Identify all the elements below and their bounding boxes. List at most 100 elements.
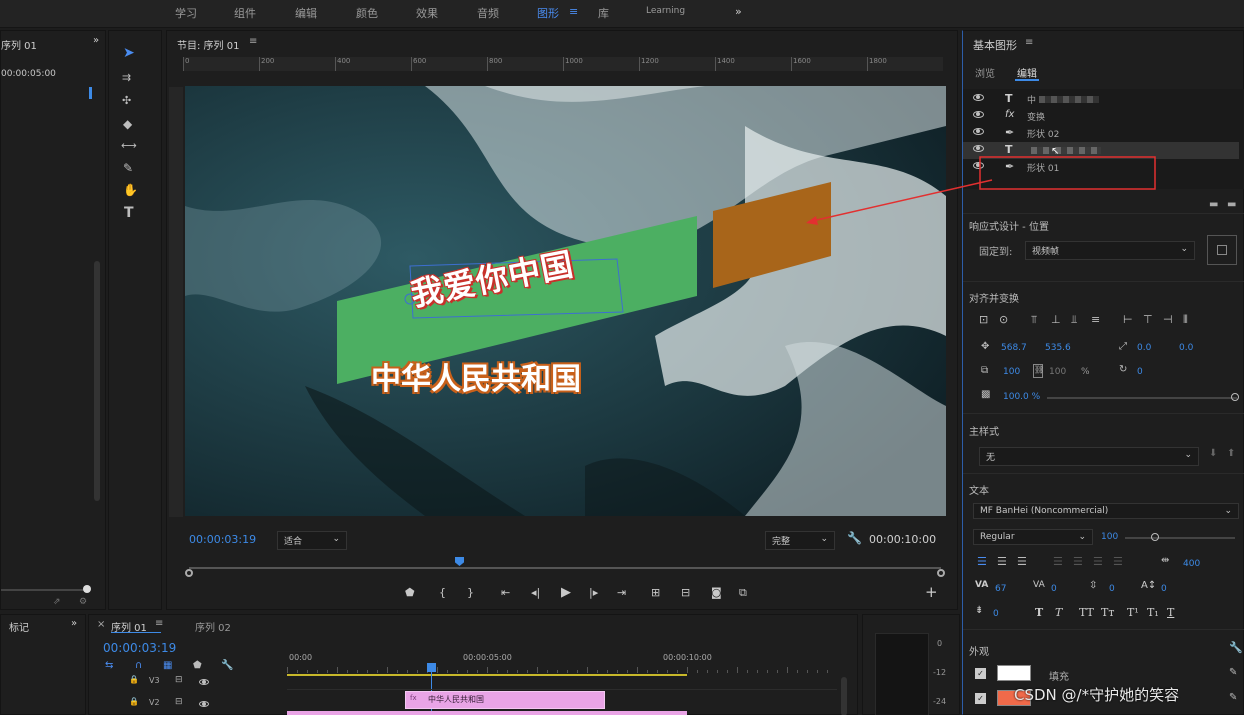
video-frame[interactable]: 我爱你中国 中华人民共和国 xyxy=(185,86,946,516)
layer-row[interactable]: ✒ 形状 02 xyxy=(963,125,1239,142)
align-right-icon[interactable]: ⊣ xyxy=(1163,313,1173,326)
rotation-value[interactable]: 0 xyxy=(1137,367,1143,377)
razor-tool-icon[interactable]: ◆ xyxy=(123,117,132,131)
add-marker-icon[interactable]: ⬟ xyxy=(193,660,202,671)
justify-left-icon[interactable]: ☰ xyxy=(1053,555,1063,568)
panel-menu-icon[interactable]: ≡ xyxy=(155,618,163,629)
camera-icon[interactable]: ◙ xyxy=(711,586,722,599)
workspace-tab-learning[interactable]: Learning xyxy=(646,6,685,16)
align-bottom-icon[interactable]: ⫫ xyxy=(1071,313,1077,327)
anchor-y[interactable]: 0.0 xyxy=(1179,343,1193,353)
superscript-icon[interactable]: T¹ xyxy=(1127,606,1139,619)
eye-icon[interactable] xyxy=(973,128,984,135)
step-forward-icon[interactable]: |▸ xyxy=(589,586,598,599)
pin-center[interactable] xyxy=(1217,245,1227,255)
anchor-x[interactable]: 0.0 xyxy=(1137,343,1151,353)
zoom-slider-knob[interactable] xyxy=(83,585,91,593)
add-button-icon[interactable]: + xyxy=(925,583,938,601)
scrub-start-knob[interactable] xyxy=(185,569,193,577)
new-layer-icon[interactable]: ▬ xyxy=(1227,199,1236,210)
extract-icon[interactable]: ⊟ xyxy=(681,586,690,599)
folder-icon[interactable]: ▬ xyxy=(1209,199,1218,210)
eye-icon[interactable] xyxy=(973,94,984,101)
marker-tool-icon[interactable]: ▦ xyxy=(163,660,172,671)
workspace-tab-color[interactable]: 颜色 xyxy=(356,5,378,21)
workspace-tab-libraries[interactable]: 库 xyxy=(598,5,609,21)
timeline-timecode[interactable]: 00:00:03:19 xyxy=(103,641,176,655)
scrub-bar[interactable] xyxy=(189,567,941,569)
align-frame-icon[interactable]: ⊡ xyxy=(979,313,988,326)
align-left-icon[interactable]: ⊢ xyxy=(1123,313,1133,326)
slip-tool-icon[interactable]: ⟷ xyxy=(121,139,137,152)
opacity-slider[interactable] xyxy=(1047,397,1237,399)
panel-overflow-icon[interactable]: » xyxy=(71,618,77,629)
workspace-overflow-icon[interactable]: » xyxy=(735,5,742,18)
justify-all-icon[interactable]: ☰ xyxy=(1113,555,1123,568)
tab-edit[interactable]: 编辑 xyxy=(1017,65,1037,80)
tracking-value[interactable]: 400 xyxy=(1183,559,1200,569)
workspace-tab-learn[interactable]: 学习 xyxy=(175,5,197,21)
eye-icon[interactable] xyxy=(973,162,984,169)
font-style-dropdown[interactable]: Regular ⌄ xyxy=(973,529,1093,545)
distribute-v-icon[interactable]: ≡ xyxy=(1091,313,1100,326)
go-to-out-icon[interactable]: ⇥ xyxy=(617,586,626,599)
master-style-dropdown[interactable]: 无 ⌄ xyxy=(979,447,1199,466)
small-caps-icon[interactable]: Tт xyxy=(1101,606,1114,619)
zoom-slider[interactable] xyxy=(1,589,89,591)
faux-italic-icon[interactable]: T xyxy=(1055,606,1062,619)
layer-row[interactable]: ✒ 形状 01 xyxy=(963,159,1239,176)
font-size-slider-knob[interactable] xyxy=(1151,533,1159,541)
stroke-checkbox[interactable]: ✓ xyxy=(975,693,986,704)
eyedropper-icon[interactable]: ✎ xyxy=(1229,667,1237,678)
wrench-icon[interactable]: 🔧 xyxy=(847,531,862,545)
all-caps-icon[interactable]: TT xyxy=(1079,606,1094,619)
timeline-scrollbar[interactable] xyxy=(841,677,847,715)
align-selection-icon[interactable]: ⊙ xyxy=(999,313,1008,326)
scrollbar[interactable] xyxy=(94,261,100,501)
panel-menu-icon[interactable]: ≡ xyxy=(249,36,257,47)
linked-selection-icon[interactable]: ∩ xyxy=(135,660,142,671)
layer-row[interactable]: T 中 xyxy=(963,91,1239,108)
eye-icon[interactable] xyxy=(199,701,209,707)
panel-menu-icon[interactable]: ≡ xyxy=(1025,37,1033,48)
current-timecode[interactable]: 00:00:03:19 xyxy=(189,533,256,546)
play-icon[interactable]: ▶ xyxy=(561,585,571,600)
kerning-value[interactable]: 67 xyxy=(995,584,1006,594)
position-y[interactable]: 535.6 xyxy=(1045,343,1071,353)
selection-tool-icon[interactable]: ➤ xyxy=(123,45,135,61)
align-text-center-icon[interactable]: ☰ xyxy=(997,555,1007,568)
pin-widget[interactable] xyxy=(1207,235,1237,265)
eye-icon[interactable] xyxy=(973,111,984,118)
compare-icon[interactable]: ⧉ xyxy=(739,586,747,600)
align-text-right-icon[interactable]: ☰ xyxy=(1017,555,1027,568)
justify-right-icon[interactable]: ☰ xyxy=(1093,555,1103,568)
export-icon[interactable]: ⇗ xyxy=(53,597,61,607)
link-scale-icon[interactable]: ⛓ xyxy=(1033,364,1044,378)
track-select-tool-icon[interactable]: ⇉ xyxy=(122,71,131,84)
font-dropdown[interactable]: MF BanHei (Noncommercial) ⌄ xyxy=(973,503,1239,519)
playhead[interactable] xyxy=(455,557,464,566)
quality-dropdown[interactable]: 完整 ⌄ xyxy=(765,531,835,550)
graphic-clip-lower[interactable] xyxy=(287,711,687,715)
workspace-tab-assembly[interactable]: 组件 xyxy=(234,5,256,21)
distribute-h-icon[interactable]: ⦀ xyxy=(1183,313,1188,327)
leading-value[interactable]: 0 xyxy=(1109,584,1115,594)
eyedropper-icon[interactable]: ✎ xyxy=(1229,692,1237,703)
workspace-tab-audio[interactable]: 音频 xyxy=(477,5,499,21)
graphic-clip[interactable]: fx 中华人民共和国 xyxy=(405,691,605,709)
align-vcenter-icon[interactable]: ⊥ xyxy=(1051,313,1061,326)
align-hcenter-icon[interactable]: ⊤ xyxy=(1143,313,1153,326)
pen-tool-icon[interactable]: ✎ xyxy=(123,161,133,175)
baseline-value[interactable]: 0 xyxy=(1161,584,1167,594)
layer-row-selected[interactable]: T ↖ xyxy=(963,142,1239,159)
type-tool-icon[interactable]: T xyxy=(124,205,134,221)
lock-icon[interactable]: 🔒 xyxy=(129,675,139,684)
sync-icon[interactable]: ⊟ xyxy=(175,697,183,707)
va-value[interactable]: 0 xyxy=(1051,584,1057,594)
opacity-slider-knob[interactable] xyxy=(1231,393,1239,401)
eye-icon[interactable] xyxy=(199,679,209,685)
font-size-slider[interactable] xyxy=(1125,537,1235,539)
step-back-icon[interactable]: ◂| xyxy=(531,586,540,599)
hand-tool-icon[interactable]: ✋ xyxy=(123,183,138,197)
position-x[interactable]: 568.7 xyxy=(1001,343,1027,353)
